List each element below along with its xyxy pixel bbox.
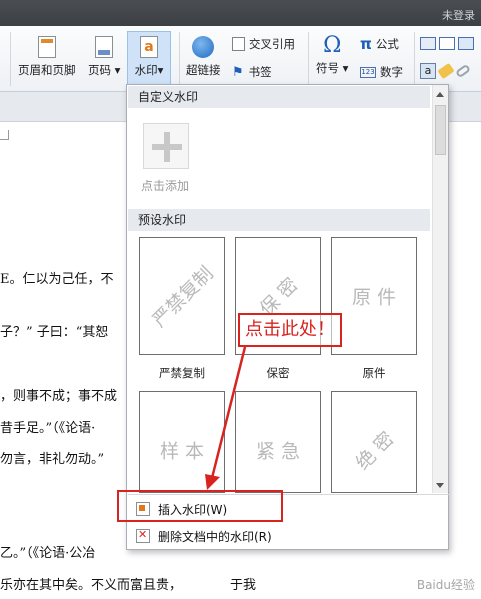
eraser-icon[interactable] (437, 62, 455, 80)
document-text-line[interactable]: 乙。”（《论语·公冶 (0, 542, 95, 561)
document-text-line[interactable]: 乐亦在其中矣。不义而富且贵， (0, 574, 182, 593)
number-label: 数字 (380, 65, 403, 79)
title-bar: 未登录 (0, 0, 481, 26)
watermark-label: 水印 (134, 63, 158, 77)
small-toolbar-row-top (420, 37, 474, 50)
text-tool-icon[interactable]: a (420, 63, 436, 79)
delete-watermark-icon (136, 528, 150, 543)
preset-watermark-strict-copy[interactable]: 严禁复制 (139, 237, 225, 355)
document-text-line[interactable]: 昔手足。”（《论语· (0, 417, 95, 436)
scroll-thumb[interactable] (435, 105, 446, 155)
window-icon[interactable] (458, 37, 474, 50)
footer-watermark: Baidu经验 (416, 578, 475, 592)
ribbon-separator (179, 32, 180, 86)
delete-watermark-label: 删除文档中的水印(R) (158, 529, 272, 544)
chevron-down-icon: ▾ (157, 63, 164, 77)
document-text-line[interactable]: ，则事不成；事不成 (0, 385, 117, 404)
annotation-highlight-box (117, 490, 283, 522)
document-text-line[interactable]: E。仁以为己任，不 (0, 268, 114, 287)
checkbox-icon[interactable] (439, 37, 455, 50)
scroll-down-icon[interactable] (436, 483, 444, 488)
preset-watermark-text: 紧 急 (255, 440, 301, 463)
ribbon-separator (414, 32, 415, 86)
preset-watermark-text: 严禁复制 (148, 262, 218, 332)
preset-watermark-label: 严禁复制 (159, 366, 205, 380)
scroll-up-icon[interactable] (436, 92, 444, 97)
custom-watermark-header: 自定义水印 (128, 86, 430, 108)
watermark-button[interactable]: a 水印▾ (127, 31, 171, 87)
page-number-label: 页码 (88, 63, 111, 77)
number-icon: 123 (360, 66, 376, 78)
preset-scrollbar[interactable] (432, 85, 448, 493)
ribbon-separator (308, 32, 309, 86)
document-text-line[interactable]: 子？” 子曰：“其恕 (0, 321, 108, 340)
preset-watermark-text: 样 本 (159, 440, 205, 463)
delete-watermark-item[interactable]: 删除文档中的水印(R) (128, 524, 449, 548)
preset-watermark-urgent[interactable]: 紧 急 (235, 391, 321, 493)
hyperlink-label: 超链接 (186, 63, 221, 77)
bookmark-flag-icon: ⚑ (232, 64, 244, 80)
preset-watermark-text: 绝 密 (351, 427, 399, 475)
omega-icon: Ω (323, 33, 342, 58)
preset-watermark-header: 预设水印 (128, 209, 430, 231)
watermark-icon: a (140, 36, 158, 58)
header-footer-icon (37, 36, 56, 58)
cross-reference-label: 交叉引用 (249, 37, 295, 51)
globe-icon (192, 36, 215, 58)
header-footer-label: 页眉和页脚 (18, 63, 76, 77)
preset-watermark-text: 原 件 (351, 286, 397, 309)
formula-label: 公式 (375, 37, 399, 51)
hyperlink-button[interactable]: 超链接 (186, 36, 221, 78)
cross-reference-icon (232, 37, 245, 51)
page-number-button[interactable]: 页码 ▾ (88, 36, 120, 78)
preset-watermark-sample[interactable]: 样 本 (139, 391, 225, 493)
annotation-callout: 点击此处！ (238, 313, 342, 347)
preset-watermark-original[interactable]: 原 件 (331, 237, 417, 355)
document-text-line[interactable]: 勿言，非礼勿动。” (0, 448, 104, 467)
header-footer-button[interactable]: 页眉和页脚 (18, 36, 76, 78)
chevron-down-icon: ▾ (114, 63, 121, 77)
small-toolbar-row-bottom: a (420, 62, 472, 80)
preset-watermark-label: 原件 (362, 366, 386, 380)
bookmark-label: 书签 (248, 65, 272, 79)
textbox-icon[interactable] (420, 37, 436, 50)
number-button[interactable]: 123 数字 (360, 64, 403, 80)
ribbon-separator (10, 32, 11, 86)
insert-ribbon: 页眉和页脚 页码 ▾ a 水印▾ 超链接 交叉引用 ⚑ 书签 Ω 符号 ▾ π … (0, 26, 481, 92)
cross-reference-button[interactable]: 交叉引用 (232, 36, 295, 52)
preset-watermark-label: 保密 (266, 366, 290, 380)
login-status[interactable]: 未登录 (442, 7, 475, 23)
symbol-button[interactable]: Ω 符号 ▾ (316, 34, 348, 76)
page-margin-marker (0, 130, 9, 140)
chevron-down-icon: ▾ (342, 61, 349, 75)
preset-watermark-top-secret[interactable]: 绝 密 (331, 391, 417, 493)
page-number-icon (95, 36, 114, 58)
add-custom-watermark-button[interactable] (143, 123, 189, 169)
symbol-label: 符号 (316, 61, 339, 75)
formula-button[interactable]: π 公式 (360, 35, 399, 53)
bookmark-button[interactable]: ⚑ 书签 (232, 64, 272, 80)
document-text-line[interactable]: 于我 (230, 574, 256, 593)
link-icon[interactable] (454, 63, 472, 79)
add-custom-watermark-label: 点击添加 (141, 179, 190, 193)
pi-icon: π (360, 35, 372, 53)
